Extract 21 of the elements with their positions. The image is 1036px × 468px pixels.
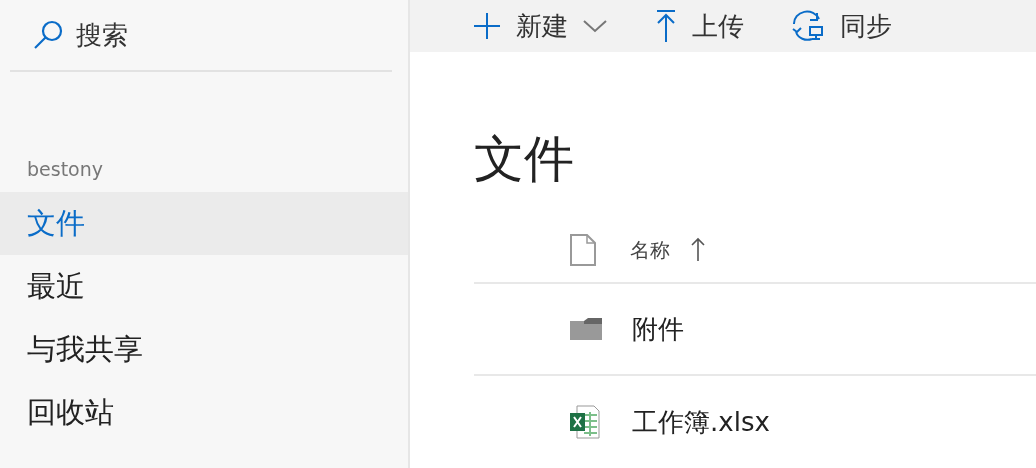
file-name[interactable]: 工作簿.xlsx	[632, 404, 770, 440]
account-name: bestony	[27, 158, 104, 180]
column-header[interactable]: 名称	[630, 236, 670, 264]
search-icon	[32, 19, 64, 51]
folder-icon	[570, 318, 602, 340]
plus-icon	[472, 11, 502, 41]
sync-button[interactable]: 同步	[790, 8, 892, 44]
nav-item[interactable]: 最近	[0, 255, 408, 318]
new-button[interactable]: 新建	[472, 8, 608, 44]
upload-button[interactable]: 上传	[654, 8, 744, 44]
search-field[interactable]: 搜索	[10, 0, 392, 72]
nav-item[interactable]: 回收站	[0, 381, 408, 444]
sync-icon	[790, 10, 826, 42]
nav-item[interactable]: 与我共享	[0, 318, 408, 381]
file-icon	[570, 234, 596, 266]
file-name[interactable]: 附件	[632, 311, 684, 347]
page-title: 文件	[474, 129, 575, 190]
spreadsheet-icon	[570, 405, 600, 439]
nav-item[interactable]: 文件	[0, 192, 408, 255]
upload-icon	[654, 9, 678, 43]
search-label: 搜索	[76, 18, 128, 52]
